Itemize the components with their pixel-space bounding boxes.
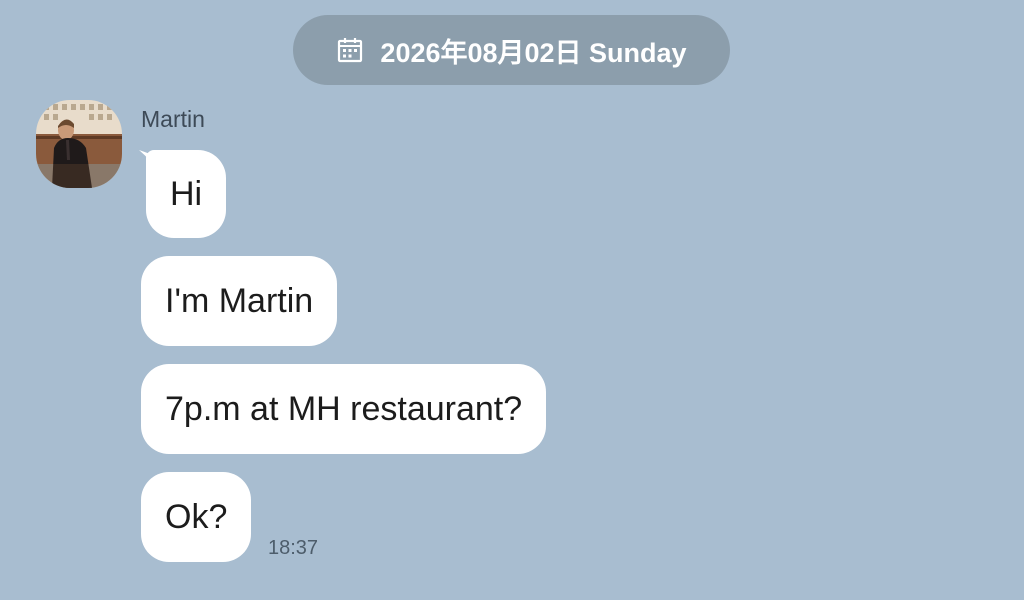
message-bubble[interactable]: I'm Martin [141,256,338,346]
calendar-icon [338,38,363,63]
message-bubble[interactable]: Hi [146,150,227,238]
date-header: 2026年08月02日 Sunday [293,15,730,85]
message-timestamp: 18:37 [268,537,319,559]
chat-view: 2026年08月02日 Sunday Martin Hi I'm Martin … [0,0,1024,600]
message-bubble[interactable]: Ok? [141,472,252,562]
date-label: 2026年08月02日 Sunday [380,37,687,68]
avatar-photo [36,100,122,188]
sender-name: Martin [141,106,205,132]
avatar[interactable] [36,100,122,188]
message-bubble[interactable]: 7p.m at MH restaurant? [141,364,547,454]
